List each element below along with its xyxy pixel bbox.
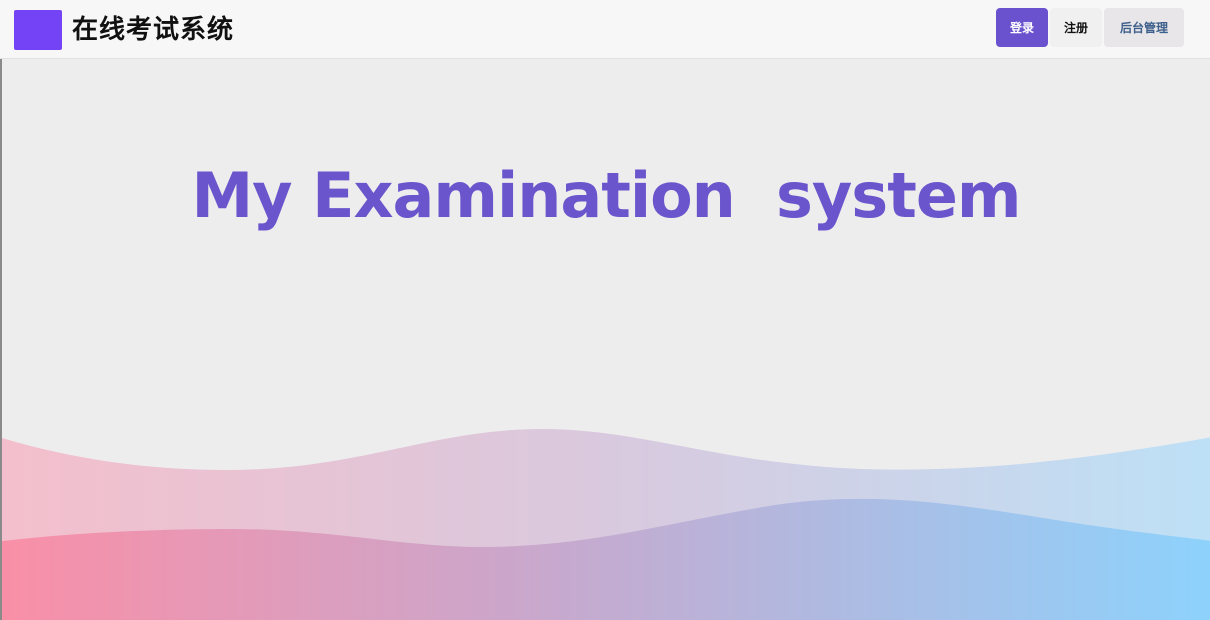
register-button[interactable]: 注册: [1050, 8, 1102, 47]
logo-icon: [14, 10, 62, 50]
login-button[interactable]: 登录: [996, 8, 1048, 47]
site-title: 在线考试系统: [72, 15, 235, 45]
hero-banner: My Examination system: [0, 59, 1210, 620]
wave-decoration: [2, 429, 1210, 620]
admin-button[interactable]: 后台管理: [1104, 8, 1184, 47]
nav-button-group: 登录 注册 后台管理: [996, 8, 1184, 47]
top-navbar: 在线考试系统 登录 注册 后台管理: [0, 0, 1210, 59]
